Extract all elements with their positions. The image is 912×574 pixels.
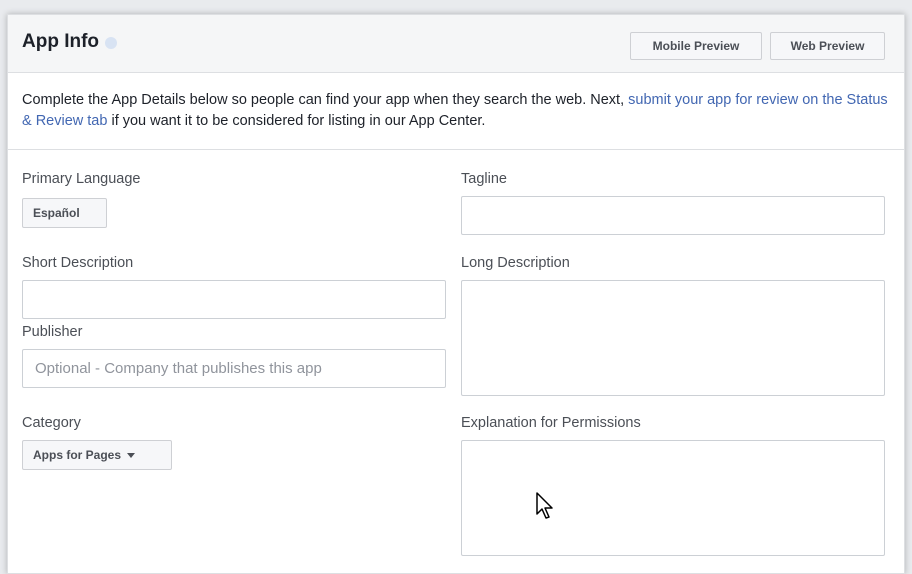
caret-down-icon	[127, 452, 136, 458]
category-label: Category	[22, 415, 81, 431]
publisher-label: Publisher	[22, 324, 83, 340]
permissions-explanation-textarea[interactable]	[461, 440, 885, 556]
publisher-input[interactable]	[22, 349, 446, 388]
mobile-preview-button[interactable]: Mobile Preview	[630, 32, 762, 60]
page-title: App Info	[22, 31, 118, 53]
primary-language-label: Primary Language	[22, 171, 141, 187]
page-title-text: App Info	[22, 31, 100, 52]
category-dropdown[interactable]: Apps for Pages	[22, 440, 172, 470]
tagline-input[interactable]	[461, 196, 885, 235]
web-preview-button[interactable]: Web Preview	[770, 32, 885, 60]
intro-text-after: if you want it to be considered for list…	[107, 113, 486, 129]
panel-header: App Info Mobile Preview Web Preview	[8, 15, 904, 73]
primary-language-value: Español	[33, 206, 80, 220]
intro-text: Complete the App Details below so people…	[8, 73, 904, 150]
short-description-label: Short Description	[22, 255, 134, 271]
category-value: Apps for Pages	[33, 448, 122, 462]
status-dot-icon	[105, 37, 118, 49]
primary-language-button[interactable]: Español	[22, 198, 107, 228]
long-description-textarea[interactable]	[461, 280, 885, 396]
short-description-input[interactable]	[22, 280, 446, 319]
app-info-panel: App Info Mobile Preview Web Preview Comp…	[7, 14, 905, 574]
long-description-label: Long Description	[461, 255, 570, 271]
intro-text-before: Complete the App Details below so people…	[22, 92, 629, 108]
mouse-pointer-icon	[536, 492, 553, 519]
tagline-label: Tagline	[461, 171, 507, 187]
permissions-explanation-label: Explanation for Permissions	[461, 415, 641, 431]
